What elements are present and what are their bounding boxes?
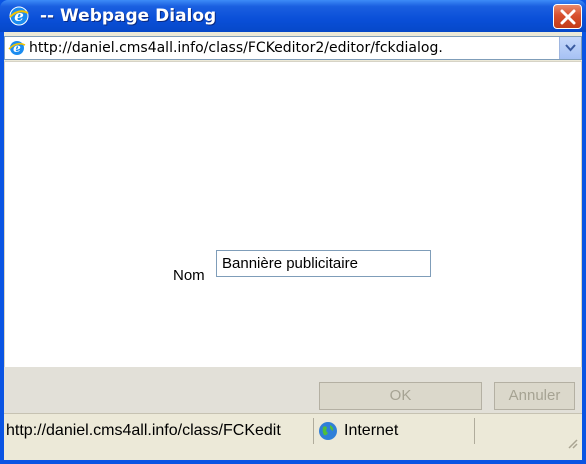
status-url: http://daniel.cms4all.info/class/FCKedit — [6, 422, 281, 439]
cancel-button[interactable]: Annuler — [494, 382, 575, 410]
close-button[interactable] — [553, 4, 582, 29]
page-icon: e — [8, 39, 26, 57]
svg-text:e: e — [14, 7, 24, 25]
globe-icon — [318, 421, 338, 441]
address-dropdown-button[interactable] — [559, 37, 581, 59]
ok-button[interactable]: OK — [319, 382, 482, 410]
security-zone-label: Internet — [344, 422, 399, 439]
button-row: OK Annuler — [4, 367, 582, 413]
window-title: -- Webpage Dialog — [40, 6, 217, 26]
address-bar[interactable]: e http://daniel.cms4all.info/class/FCKed… — [4, 36, 582, 60]
chevron-down-icon — [565, 44, 576, 52]
dialog-window: e -- Webpage Dialog e http://daniel.cms4… — [0, 0, 586, 464]
resize-grip-icon[interactable] — [566, 434, 578, 449]
status-bar: http://daniel.cms4all.info/class/FCKedit… — [4, 413, 582, 460]
close-icon — [560, 9, 576, 25]
dialog-content: Nom Bannière publicitaire — [4, 61, 582, 396]
status-divider — [474, 418, 475, 444]
status-divider — [313, 418, 314, 444]
name-input[interactable]: Bannière publicitaire — [216, 250, 431, 277]
title-bar[interactable]: e -- Webpage Dialog — [0, 0, 586, 32]
dialog-body: e http://daniel.cms4all.info/class/FCKed… — [4, 32, 582, 460]
internet-explorer-icon: e — [8, 5, 30, 27]
address-url[interactable]: http://daniel.cms4all.info/class/FCKedit… — [29, 39, 557, 57]
name-label: Nom — [173, 267, 205, 284]
